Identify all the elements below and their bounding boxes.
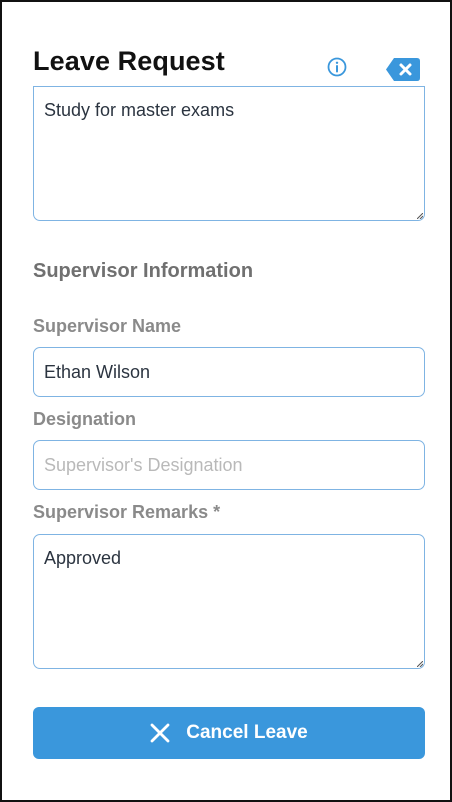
supervisor-remarks-textarea[interactable]: Approved (33, 534, 425, 669)
designation-label: Designation (33, 409, 137, 429)
designation-input[interactable]: Supervisor's Designation (33, 440, 425, 490)
resize-grip-icon[interactable] (417, 213, 423, 219)
supervisor-section-title: Supervisor Information (33, 260, 254, 282)
cancel-leave-button[interactable]: Cancel Leave (33, 707, 425, 759)
supervisor-remarks-label: Supervisor Remarks * (33, 502, 221, 522)
backspace-clear-icon[interactable] (385, 57, 421, 82)
info-icon[interactable] (327, 57, 347, 77)
resize-grip-icon[interactable] (417, 661, 423, 667)
screen-frame: Leave Request Study for master exams Sup… (0, 0, 452, 802)
leave-reason-textarea[interactable]: Study for master exams (33, 86, 425, 221)
designation-placeholder: Supervisor's Designation (44, 454, 243, 475)
supervisor-name-value: Ethan Wilson (44, 361, 151, 382)
supervisor-name-label: Supervisor Name (33, 316, 182, 336)
close-icon (150, 723, 170, 743)
supervisor-name-input[interactable]: Ethan Wilson (33, 347, 425, 397)
leave-reason-text: Study for master exams (44, 100, 235, 120)
cancel-leave-label: Cancel Leave (186, 722, 308, 743)
supervisor-remarks-text: Approved (44, 548, 122, 568)
page-title: Leave Request (33, 46, 225, 76)
